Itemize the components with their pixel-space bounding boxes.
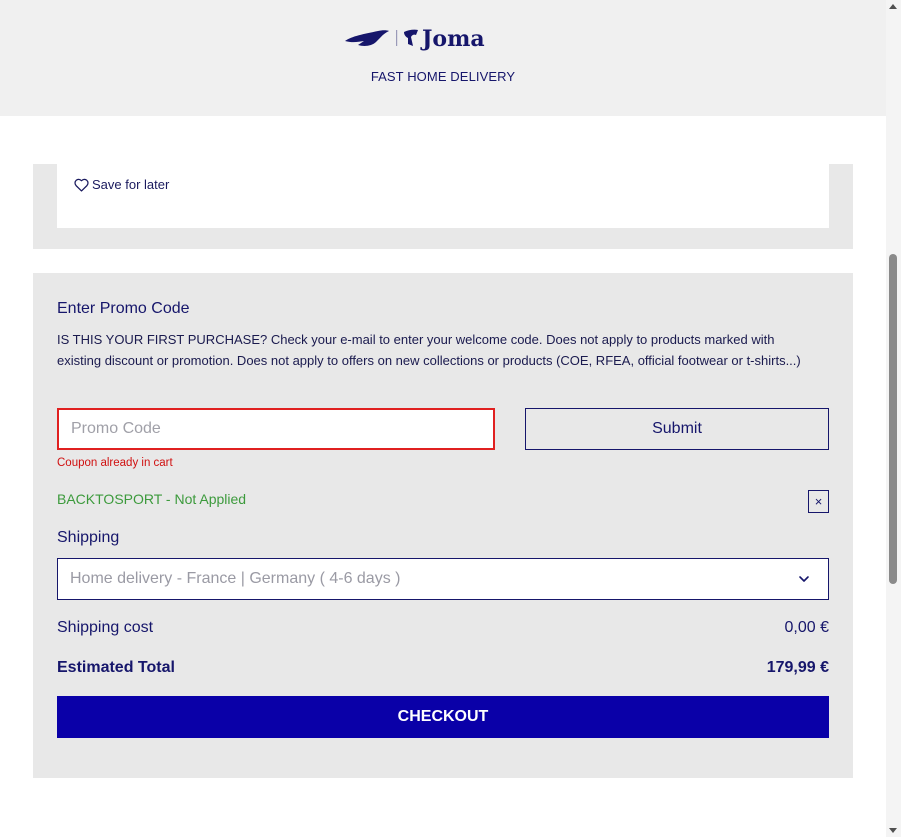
chevron-down-icon [799, 576, 809, 582]
heart-outline-icon [74, 178, 89, 192]
svg-text:Joma: Joma [420, 26, 485, 52]
save-for-later-label: Save for later [92, 177, 170, 192]
promo-code-input[interactable] [57, 408, 495, 450]
joma-logo[interactable]: Joma [344, 24, 504, 52]
promo-code-heading: Enter Promo Code [57, 300, 190, 317]
estimated-total-value: 179,99 € [766, 659, 829, 676]
applied-coupon-status: BACKTOSPORT - Not Applied [57, 491, 247, 507]
shipping-selected-option: Home delivery - France | Germany ( 4-6 d… [70, 570, 401, 587]
scroll-down-arrow-icon[interactable] [889, 828, 897, 833]
order-summary-panel: Enter Promo Code IS THIS YOUR FIRST PURC… [33, 273, 853, 778]
scroll-thumb[interactable] [889, 254, 897, 584]
checkout-button[interactable]: CHECKOUT [57, 696, 829, 738]
shipping-cost-value: 0,00 € [784, 619, 829, 636]
cart-item-inner: Save for later [57, 164, 829, 228]
estimated-total-label: Estimated Total [57, 659, 175, 676]
shipping-cost-label: Shipping cost [57, 619, 154, 636]
save-for-later-link[interactable]: Save for later [74, 177, 169, 192]
delivery-banner: FAST HOME DELIVERY [370, 69, 516, 84]
promo-code-description: IS THIS YOUR FIRST PURCHASE? Check your … [57, 332, 801, 368]
remove-coupon-close-icon[interactable]: × [808, 490, 829, 513]
shipping-method-select[interactable]: Home delivery - France | Germany ( 4-6 d… [57, 558, 829, 600]
page-scrollbar[interactable] [886, 0, 901, 837]
shipping-label: Shipping [57, 529, 120, 546]
site-header: Joma FAST HOME DELIVERY [0, 0, 886, 116]
cart-item-card: Save for later [33, 164, 853, 249]
submit-promo-button[interactable]: Submit [525, 408, 829, 450]
joma-logo-graphic: Joma [345, 26, 485, 52]
coupon-error-message: Coupon already in cart [57, 457, 173, 469]
scroll-up-arrow-icon[interactable] [889, 4, 897, 9]
